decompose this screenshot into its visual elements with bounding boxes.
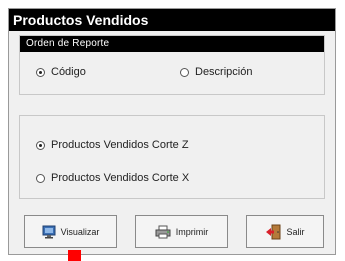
- exit-door-icon: [265, 224, 281, 240]
- radio-corte-z-label: Productos Vendidos Corte Z: [51, 139, 189, 151]
- tipo-reporte-group: Productos Vendidos Corte Z Productos Ven…: [19, 115, 325, 199]
- monitor-icon: [42, 225, 56, 239]
- visualizar-label: Visualizar: [60, 226, 100, 237]
- radio-descripcion[interactable]: Descripción: [180, 66, 252, 78]
- red-marker: [68, 250, 81, 261]
- radio-codigo-label: Código: [51, 66, 86, 78]
- productos-vendidos-window: Productos Vendidos Orden de Reporte Códi…: [8, 8, 336, 255]
- imprimir-label: Imprimir: [175, 226, 209, 237]
- radio-corte-x-indicator[interactable]: [36, 173, 45, 183]
- orden-reporte-header: Orden de Reporte: [20, 36, 324, 52]
- window-title: Productos Vendidos: [9, 9, 335, 31]
- radio-codigo[interactable]: Código: [36, 66, 86, 78]
- radio-descripcion-label: Descripción: [195, 66, 253, 78]
- orden-reporte-group: Orden de Reporte Código Descripción: [19, 35, 325, 95]
- radio-corte-z[interactable]: Productos Vendidos Corte Z: [36, 139, 189, 151]
- salir-button[interactable]: Salir: [246, 215, 324, 248]
- radio-corte-z-indicator[interactable]: [36, 140, 45, 150]
- radio-descripcion-indicator[interactable]: [180, 67, 189, 77]
- radio-corte-x[interactable]: Productos Vendidos Corte X: [36, 172, 189, 184]
- radio-codigo-indicator[interactable]: [36, 67, 45, 77]
- imprimir-button[interactable]: Imprimir: [135, 215, 228, 248]
- radio-corte-x-label: Productos Vendidos Corte X: [51, 172, 190, 184]
- salir-label: Salir: [286, 226, 305, 237]
- visualizar-button[interactable]: Visualizar: [24, 215, 117, 248]
- printer-icon: [155, 225, 171, 239]
